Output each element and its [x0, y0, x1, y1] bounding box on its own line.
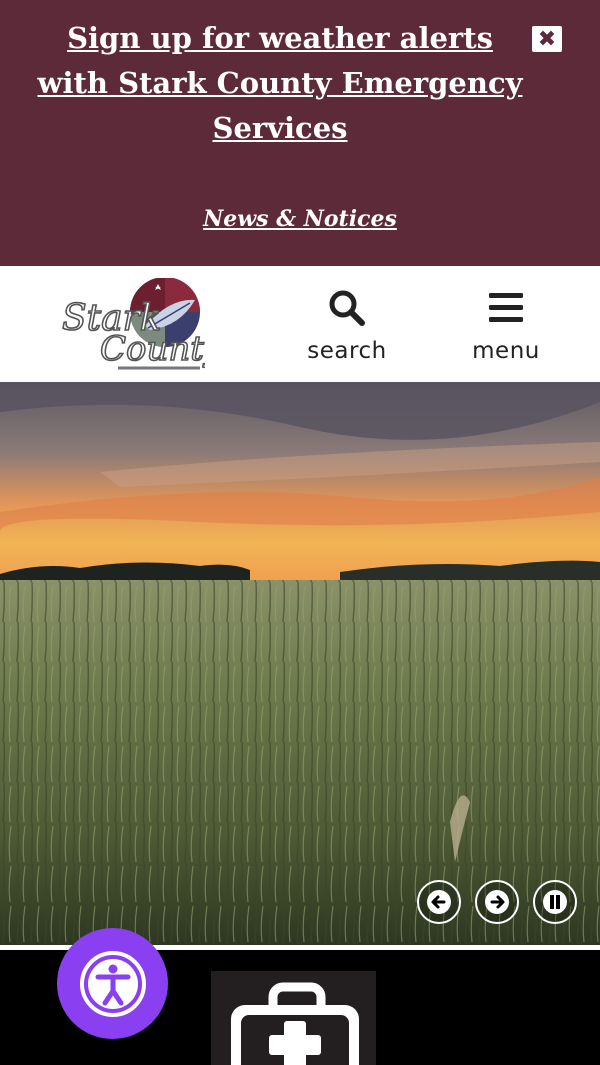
search-icon: [329, 290, 365, 326]
hamburger-icon: [489, 293, 523, 322]
alert-signup-link[interactable]: Sign up for weather alerts with Stark Co…: [30, 16, 530, 151]
stark-county-logo[interactable]: Stark County: [60, 277, 225, 373]
hero-slideshow: [0, 382, 600, 945]
search-label: search: [307, 338, 387, 364]
menu-button[interactable]: menu: [446, 288, 566, 368]
quick-link-tile[interactable]: [211, 971, 376, 1065]
accessibility-button[interactable]: [57, 928, 168, 1039]
pause-icon: [543, 890, 567, 914]
site-header: Stark County search menu: [0, 266, 600, 382]
previous-slide-button[interactable]: [417, 880, 461, 924]
close-icon[interactable]: ✖: [532, 26, 562, 52]
accessibility-icon: [79, 950, 146, 1017]
alert-banner: Sign up for weather alerts with Stark Co…: [0, 0, 600, 266]
menu-label: menu: [472, 338, 540, 364]
arrow-right-icon: [485, 890, 509, 914]
news-notices-link[interactable]: News & Notices: [0, 206, 600, 232]
next-slide-button[interactable]: [475, 880, 519, 924]
pause-slideshow-button[interactable]: [533, 880, 577, 924]
search-button[interactable]: search: [287, 288, 407, 368]
arrow-left-icon: [427, 890, 451, 914]
hero-image: [0, 382, 600, 945]
svg-text:County: County: [100, 329, 205, 369]
first-aid-kit-icon: [231, 982, 359, 1065]
